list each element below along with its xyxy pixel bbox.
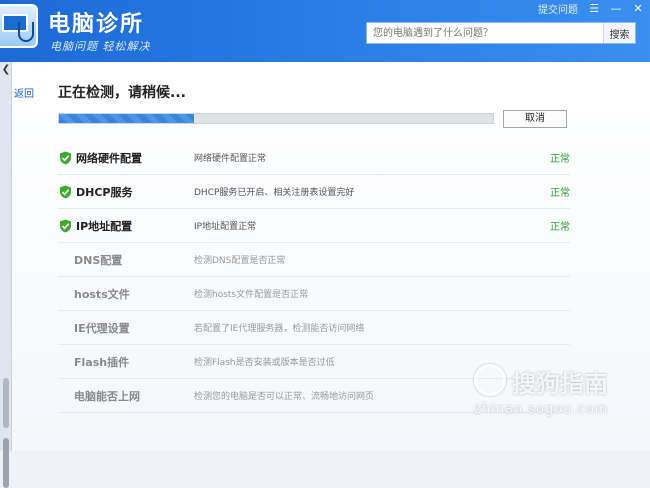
check-desc: 检测hosts文件配置是否正常 [194,290,309,300]
check-name: DNS配置 [74,253,123,267]
check-row: hosts文件 检测hosts文件配置是否正常 [58,277,570,311]
cancel-button[interactable]: 取消 [503,110,567,128]
check-name: hosts文件 [74,287,130,301]
back-link[interactable]: 返回 [14,85,34,100]
check-name: DHCP服务 [76,185,133,199]
collapse-arrow-icon[interactable]: ❮ [0,64,12,78]
search-input[interactable] [367,23,603,43]
shield-check-icon [58,185,72,199]
check-row: IP地址配置 IP地址配置正常 正常 [58,209,570,243]
sogou-logo-icon [474,364,506,396]
check-desc: DHCP服务已开启、相关注册表设置完好 [194,188,355,198]
app-subtitle: 电脑问题 轻松解决 [50,40,151,53]
close-icon[interactable]: ✕ [632,2,644,15]
feedback-link[interactable]: 提交问题 [538,1,578,16]
watermark-text: 搜狗指南 [512,370,608,398]
app-title: 电脑诊所 [48,12,145,37]
check-row: DNS配置 检测DNS配置是否正常 [58,243,570,277]
progress-fill [59,114,194,123]
scrollbar-thumb[interactable] [3,378,9,428]
check-desc: IP地址配置正常 [194,222,257,232]
shield-check-icon [58,219,72,233]
progress-bar [58,113,494,124]
watermark-url: zhinan.sogou.com [474,402,609,417]
check-name: 电脑能否上网 [74,389,140,403]
sidebar: ❮ [0,62,12,488]
minimize-icon[interactable]: — [610,2,622,15]
status-title: 正在检测，请稍候... [58,85,186,101]
check-status: 正常 [550,222,570,233]
check-row: IE代理设置 若配置了IE代理服务器，检测能否访问网络 [58,311,570,345]
search-box: 搜索 [366,22,636,44]
check-desc: 检测DNS配置是否正常 [194,256,286,266]
check-name: IP地址配置 [76,219,133,233]
check-name: IE代理设置 [74,321,130,335]
check-row: 网络硬件配置 网络硬件配置正常 正常 [58,141,570,175]
check-desc: 网络硬件配置正常 [194,154,267,164]
check-status: 正常 [550,154,570,165]
check-status: 正常 [550,188,570,199]
check-name: 网络硬件配置 [76,151,142,165]
menu-icon[interactable]: ☰ [588,2,600,15]
check-desc: 若配置了IE代理服务器，检测能否访问网络 [194,324,365,334]
scrollbar-thumb-lower[interactable] [3,438,9,488]
check-row: DHCP服务 DHCP服务已开启、相关注册表设置完好 正常 [58,175,570,209]
app-logo-icon [0,4,38,48]
shield-check-icon [58,151,72,165]
search-button[interactable]: 搜索 [603,23,635,43]
window-controls: 提交问题 ☰ — ✕ [538,0,650,16]
check-name: Flash插件 [74,355,130,369]
title-bar: 电脑诊所 电脑问题 轻松解决 提交问题 ☰ — ✕ 搜索 [0,0,650,62]
